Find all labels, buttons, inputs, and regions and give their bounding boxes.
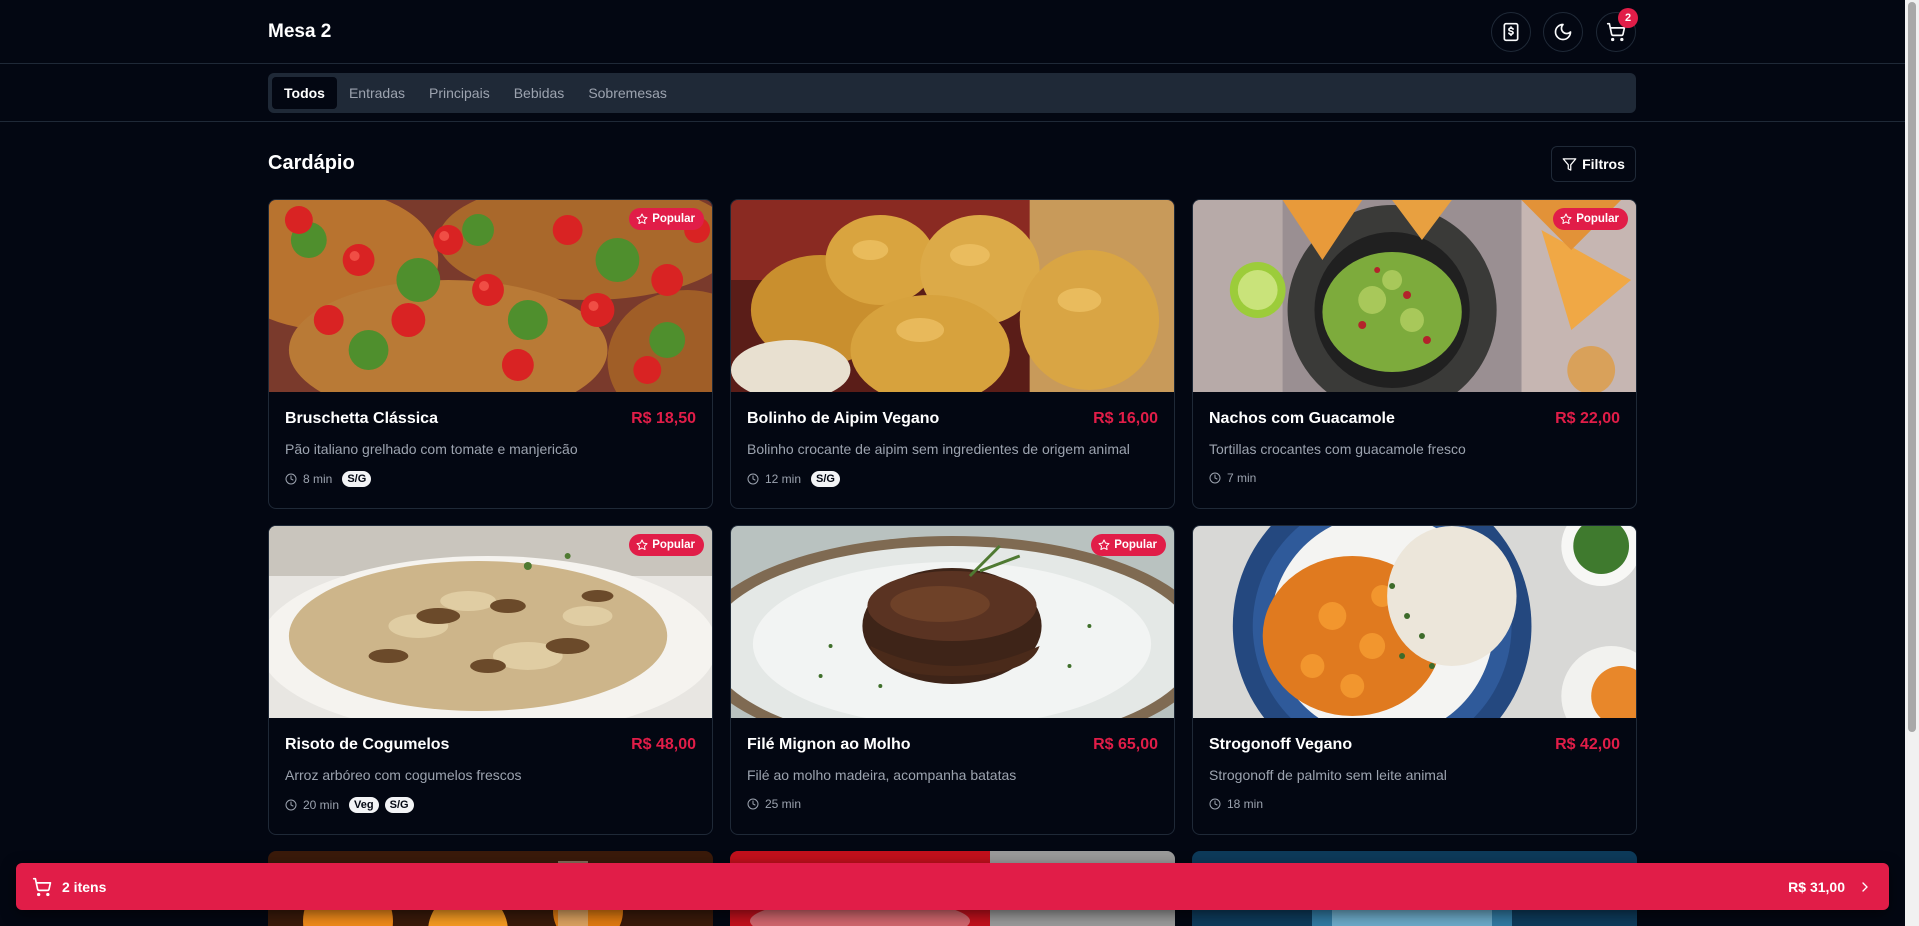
star-icon — [1098, 539, 1110, 551]
dish-name: Bolinho de Aipim Vegano — [747, 410, 940, 427]
dish-price: R$ 22,00 — [1555, 410, 1620, 427]
dish-price: R$ 48,00 — [631, 736, 696, 753]
clock-icon — [1209, 798, 1221, 810]
dish-description: Strogonoff de palmito sem leite animal — [1209, 767, 1447, 783]
dish-name: Nachos com Guacamole — [1209, 410, 1395, 427]
star-icon — [1560, 213, 1572, 225]
popular-badge: Popular — [629, 534, 704, 556]
prep-time: 8 min — [303, 472, 333, 486]
prep-time: 7 min — [1227, 471, 1257, 485]
bill-button[interactable] — [1491, 12, 1531, 52]
dish-name: Risoto de Cogumelos — [285, 736, 450, 753]
popular-label: Popular — [652, 213, 695, 225]
prep-time: 12 min — [765, 472, 802, 486]
prep-time: 25 min — [765, 797, 802, 811]
cart-button[interactable]: 2 — [1596, 8, 1638, 52]
prep-time: 18 min — [1227, 797, 1264, 811]
dish-price: R$ 65,00 — [1093, 736, 1158, 753]
dish-description: Pão italiano grelhado com tomate e manje… — [285, 441, 578, 457]
filter-icon — [1562, 157, 1577, 171]
tab-entradas[interactable]: Entradas — [337, 77, 417, 109]
star-icon — [636, 539, 648, 551]
prep-time: 20 min — [303, 798, 340, 812]
cart-count-badge: 2 — [1618, 8, 1638, 28]
menu-item-card[interactable]: Strogonoff Vegano R$ 42,00 Strogonoff de… — [1192, 525, 1637, 835]
menu-title: Cardápio — [268, 152, 355, 174]
scrollbar-thumb[interactable] — [1908, 2, 1916, 732]
menu-item-card[interactable]: Popular Risoto de Cogumelos R$ 48,00 Arr… — [268, 525, 713, 835]
page-scrollbar[interactable] — [1905, 0, 1919, 926]
cart-bar-right: R$ 31,00 — [1788, 863, 1873, 910]
clock-icon — [285, 473, 297, 485]
dish-description: Arroz arbóreo com cogumelos frescos — [285, 767, 522, 783]
clock-icon — [747, 798, 759, 810]
dish-meta: 12 min S/G — [747, 471, 840, 487]
dish-price: R$ 16,00 — [1093, 410, 1158, 427]
popular-badge: Popular — [629, 208, 704, 230]
dish-meta: 18 min — [1209, 797, 1263, 811]
popular-label: Popular — [1576, 213, 1619, 225]
tab-todos[interactable]: Todos — [272, 77, 337, 109]
popular-badge: Popular — [1091, 534, 1166, 556]
dish-meta: 25 min — [747, 797, 801, 811]
cart-total: R$ 31,00 — [1788, 878, 1845, 895]
popular-badge: Popular — [1553, 208, 1628, 230]
menu-item-card[interactable]: Popular Filé Mignon ao Molho R$ 65,00 Fi… — [730, 525, 1175, 835]
dish-description: Tortillas crocantes com guacamole fresco — [1209, 441, 1466, 457]
tab-principais[interactable]: Principais — [417, 77, 502, 109]
menu-item-card[interactable]: Popular Bruschetta Clássica R$ 18,50 Pão… — [268, 199, 713, 509]
dish-meta: 7 min — [1209, 471, 1256, 485]
dish-image — [731, 200, 1174, 392]
diet-tag: S/G — [384, 797, 414, 813]
cart-bar-left: 2 itens — [32, 863, 106, 910]
dish-name: Bruschetta Clássica — [285, 410, 438, 427]
moon-icon — [1554, 23, 1572, 41]
clock-icon — [1209, 472, 1221, 484]
category-tabbar: Todos Entradas Principais Bebidas Sobrem… — [0, 64, 1905, 122]
clock-icon — [747, 473, 759, 485]
category-tablist: Todos Entradas Principais Bebidas Sobrem… — [268, 73, 1636, 113]
star-icon — [636, 213, 648, 225]
dish-name: Filé Mignon ao Molho — [747, 736, 911, 753]
tab-sobremesas[interactable]: Sobremesas — [576, 77, 679, 109]
dish-description: Filé ao molho madeira, acompanha batatas — [747, 767, 1017, 783]
menu-item-card[interactable]: Bolinho de Aipim Vegano R$ 16,00 Bolinho… — [730, 199, 1175, 509]
dish-meta: 8 min S/G — [285, 471, 372, 487]
dish-description: Bolinho crocante de aipim sem ingredient… — [747, 441, 1130, 457]
dish-meta: 20 min Veg S/G — [285, 797, 414, 813]
filter-button[interactable]: Filtros — [1551, 146, 1636, 182]
diet-tag: S/G — [811, 471, 840, 487]
filter-button-label: Filtros — [1582, 156, 1625, 172]
diet-tag: S/G — [342, 471, 372, 487]
table-title: Mesa 2 — [268, 21, 332, 42]
clock-icon — [285, 799, 297, 811]
dish-price: R$ 42,00 — [1555, 736, 1620, 753]
tab-bebidas[interactable]: Bebidas — [502, 77, 577, 109]
menu-item-card[interactable]: Popular Nachos com Guacamole R$ 22,00 To… — [1192, 199, 1637, 509]
view-cart-bar[interactable]: 2 itens R$ 31,00 — [16, 863, 1889, 910]
chevron-right-icon — [1862, 881, 1868, 892]
bill-icon — [1503, 22, 1519, 42]
popular-label: Popular — [1114, 539, 1157, 551]
dish-image — [1193, 526, 1636, 718]
dish-price: R$ 18,50 — [631, 410, 696, 427]
popular-label: Popular — [652, 539, 695, 551]
dish-name: Strogonoff Vegano — [1209, 736, 1353, 753]
top-header: Mesa 2 2 — [0, 0, 1905, 64]
cart-icon — [32, 877, 52, 896]
theme-toggle-button[interactable] — [1543, 12, 1583, 52]
diet-tag: Veg — [349, 797, 379, 813]
cart-items-count: 2 itens — [62, 878, 107, 895]
